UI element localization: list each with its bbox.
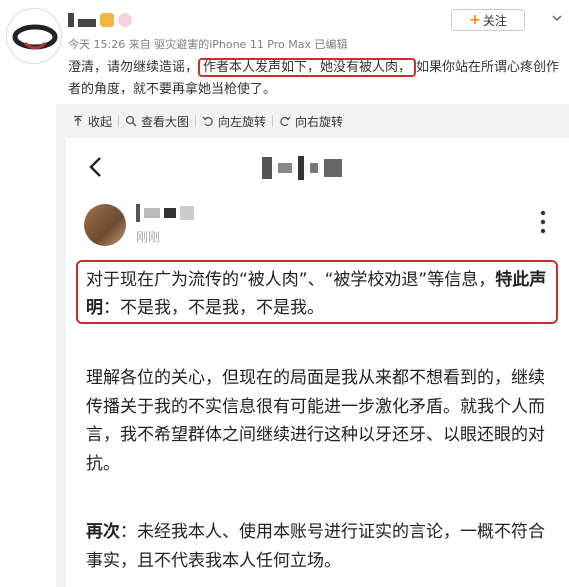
- more-vertical-icon: [540, 210, 546, 234]
- statement-part1: 对于现在广为流传的“被人肉”、“被学校劝退”等信息，: [86, 270, 496, 290]
- avatar-ring-icon: [12, 24, 58, 50]
- author-post-time: 刚刚: [136, 230, 161, 244]
- title-blur: [262, 157, 272, 179]
- name-blur: [164, 208, 176, 218]
- paragraph-1: 理解各位的关心，但现在的局面是我从来都不想看到的，继续传播关于我的不实信息很有可…: [86, 368, 545, 474]
- post-text-before: 澄清，请勿继续造谣，: [68, 60, 199, 75]
- follow-plus: +: [469, 12, 481, 28]
- title-blur: [278, 163, 292, 173]
- username-blur: [78, 19, 96, 27]
- post-text-highlight: 作者本人发声如下，她没有被人肉，: [198, 58, 417, 77]
- name-blur: [136, 204, 140, 222]
- rotate-left-label: 向左旋转: [218, 114, 267, 129]
- rabbit-badge-icon: [118, 13, 132, 27]
- crown-badge-icon: [100, 13, 114, 27]
- view-large-label: 查看大图: [141, 114, 190, 129]
- rotate-right-label: 向右旋转: [295, 114, 344, 129]
- highlighted-statement: 对于现在广为流传的“被人肉”、“被学校劝退”等信息，特此声明：不是我，不是我，不…: [76, 260, 558, 324]
- username-blur: [68, 13, 74, 27]
- post-text: 澄清，请勿继续造谣， 作者本人发声如下，她没有被人肉， 如果你站在所谓心疼创作者的角…: [68, 57, 563, 101]
- image-toolbar: 收起 查看大图 向左旋转 向右旋转: [56, 104, 569, 138]
- collapse-label: 收起: [88, 114, 113, 129]
- title-blur: [310, 163, 318, 173]
- follow-button[interactable]: + 关注: [451, 9, 525, 31]
- title-blur: [324, 159, 342, 177]
- author-name-blurred: [136, 204, 194, 222]
- follow-label: 关注: [482, 13, 507, 28]
- title-blur: [298, 156, 304, 180]
- name-blur: [180, 206, 194, 220]
- magnifier-icon: [125, 115, 137, 127]
- chevron-down-icon[interactable]: [551, 12, 563, 24]
- view-large-button[interactable]: 查看大图: [119, 113, 195, 130]
- collapse-icon: [74, 115, 82, 126]
- rotate-left-icon: [202, 116, 213, 127]
- paragraph-2: 再次：未经我本人、使用本账号进行证实的言论，一概不符合事实，且不代表我本人任何立…: [86, 518, 556, 575]
- paragraph-2-bold: 再次: [86, 522, 120, 542]
- user-avatar[interactable]: [6, 8, 62, 64]
- statement-part2: ：不是我，不是我，不是我。: [103, 298, 324, 318]
- author-avatar: [84, 204, 126, 246]
- rotate-right-icon: [280, 116, 291, 127]
- username-area[interactable]: [68, 10, 132, 30]
- expanded-image-panel: 收起 查看大图 向左旋转 向右旋转 刚刚 对于现在广为流传的“被人肉”、“被学校…: [56, 104, 569, 587]
- post-meta: 今天 15:26 来自 驱灾避害的iPhone 11 Pro Max 已编辑: [68, 38, 348, 51]
- name-blur: [144, 208, 160, 218]
- rotate-left-button[interactable]: 向左旋转: [196, 113, 272, 130]
- collapse-button[interactable]: 收起: [66, 113, 118, 130]
- rotate-right-button[interactable]: 向右旋转: [273, 113, 349, 130]
- weibo-post: + 关注 今天 15:26 来自 驱灾避害的iPhone 11 Pro Max …: [0, 0, 569, 587]
- attached-screenshot[interactable]: 刚刚 对于现在广为流传的“被人肉”、“被学校劝退”等信息，特此声明：不是我，不是…: [66, 138, 569, 587]
- back-arrow-icon: [89, 157, 101, 177]
- paragraph-2-rest: ：未经我本人、使用本账号进行证实的言论，一概不符合事实，且不代表我本人任何立场。: [86, 522, 545, 571]
- screenshot-title-blurred: [262, 154, 342, 182]
